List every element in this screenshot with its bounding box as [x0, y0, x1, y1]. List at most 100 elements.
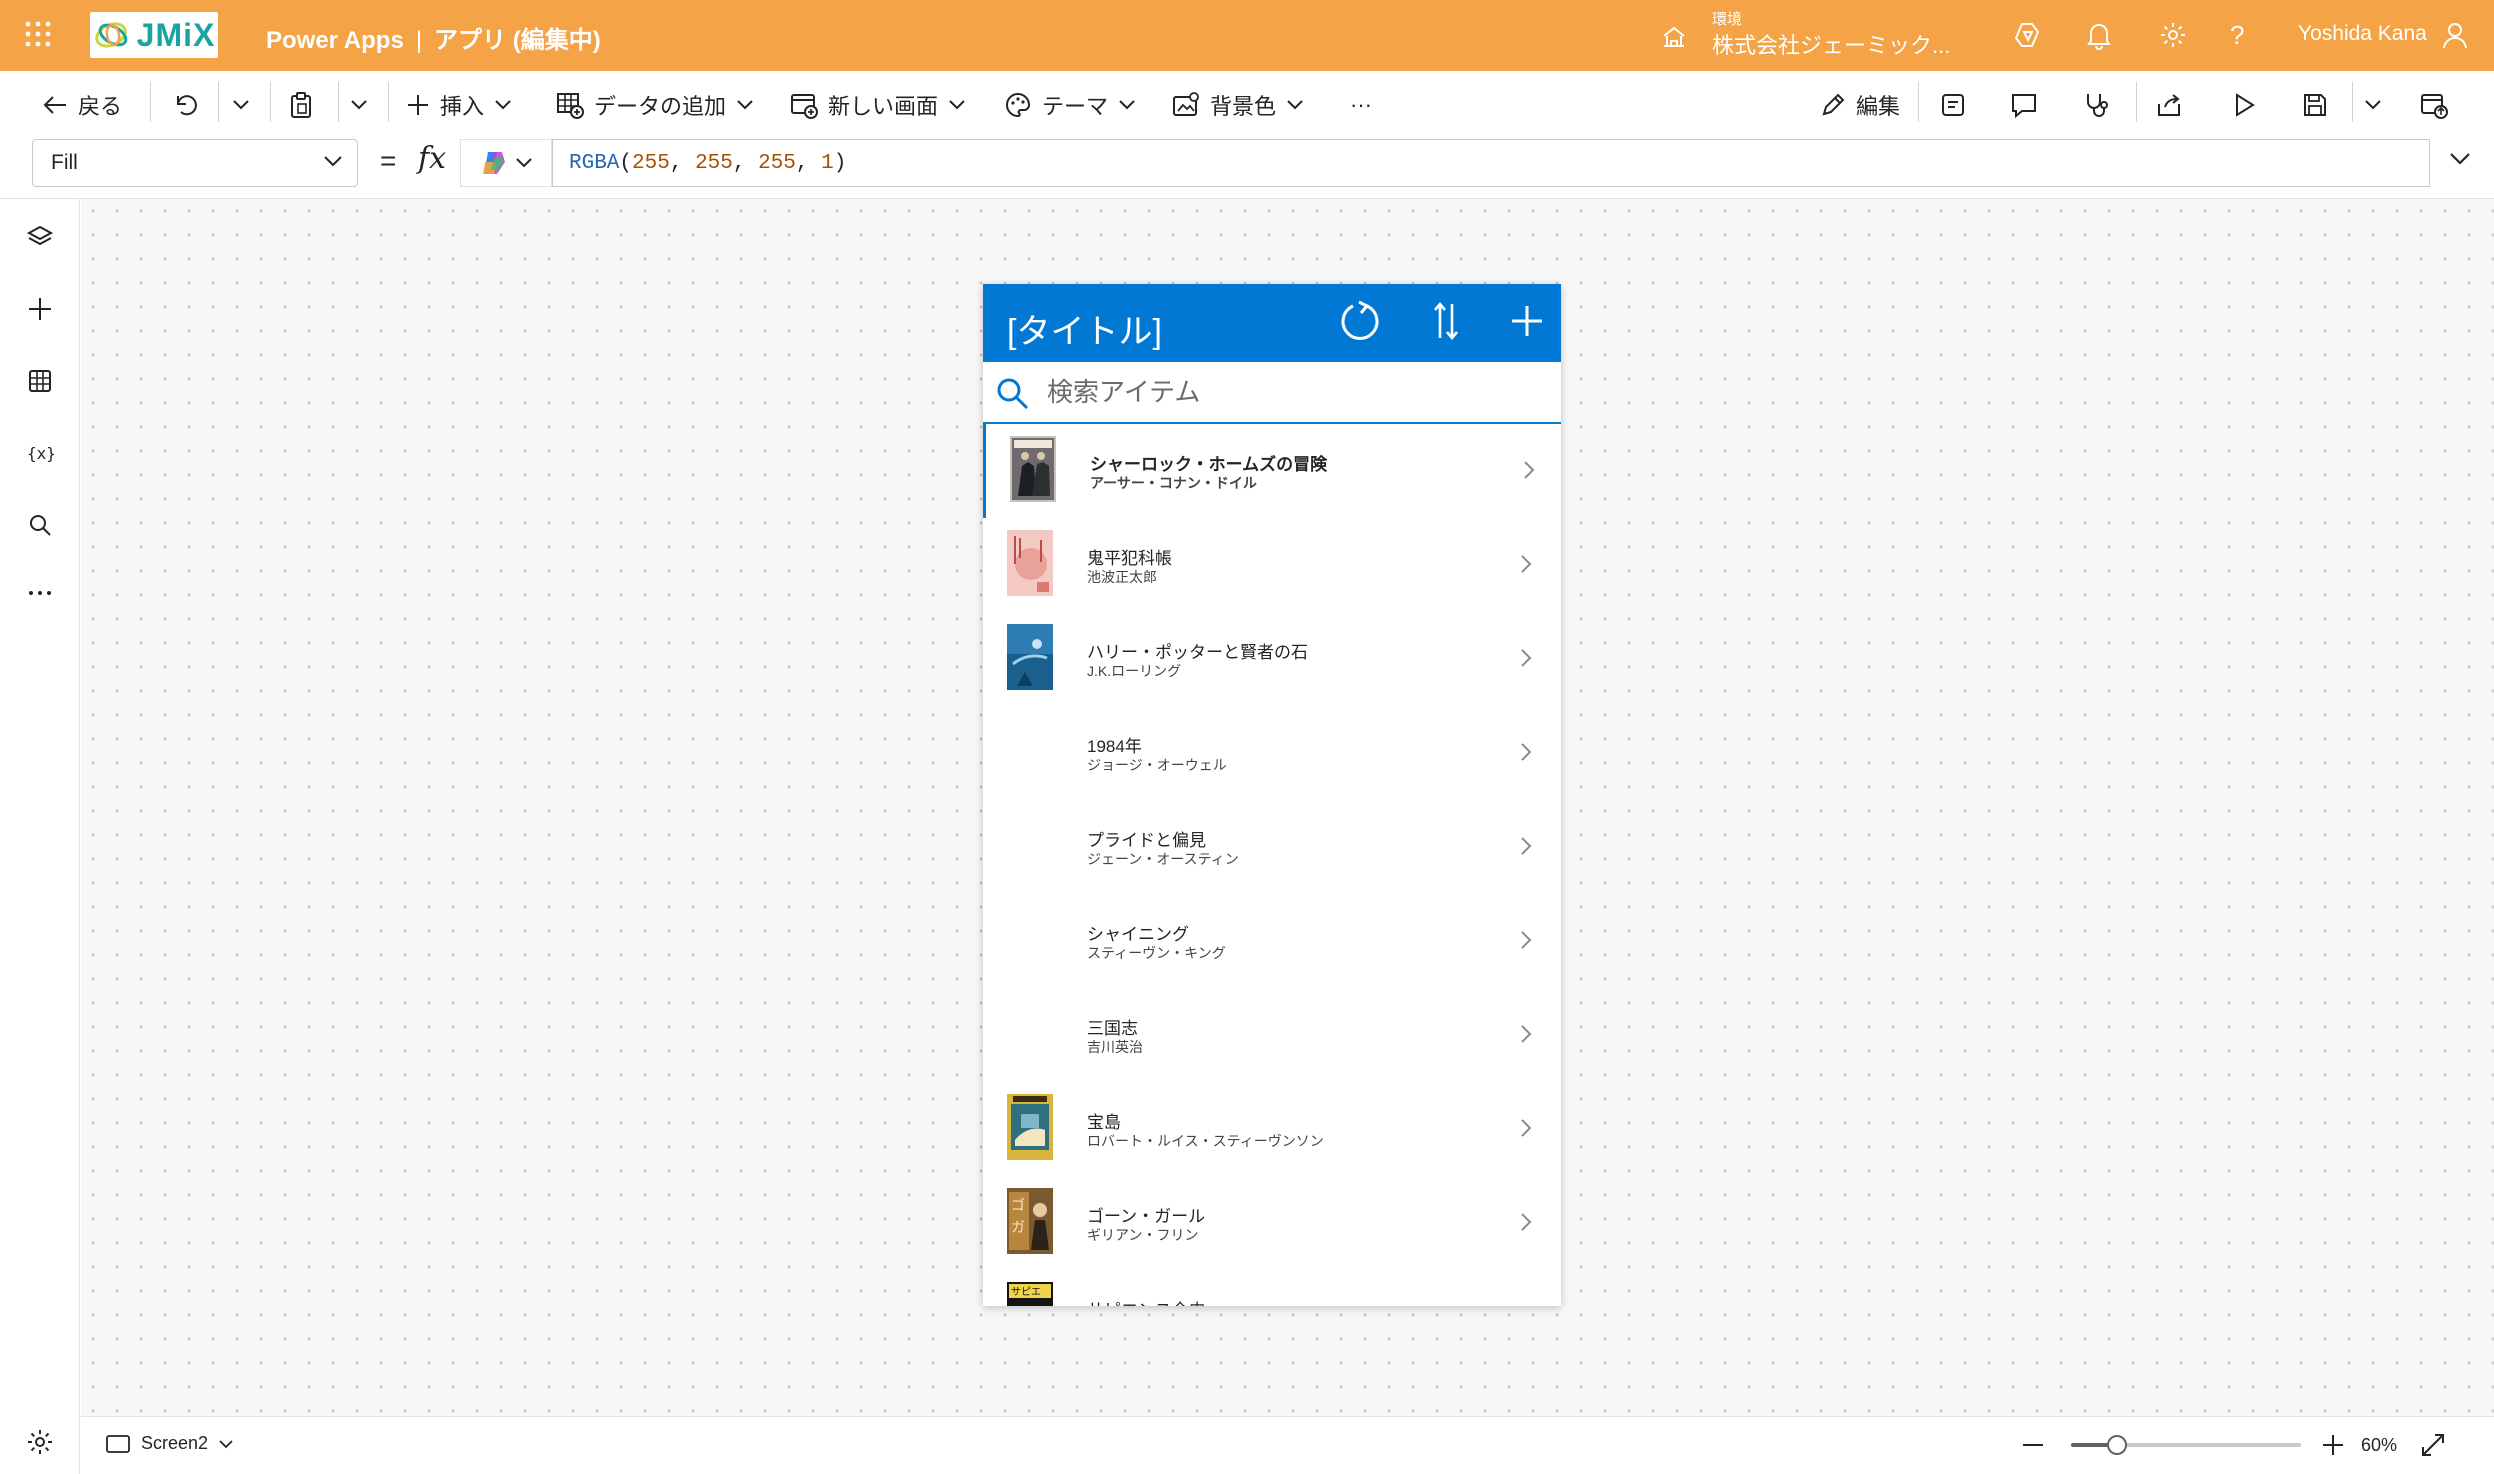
zoom-out-button[interactable] — [2019, 1431, 2047, 1459]
gallery-item[interactable]: ハリー・ポッターと賢者の石 J.K.ローリング — [983, 612, 1561, 706]
chevron-right-icon[interactable] — [1519, 554, 1533, 574]
share-button[interactable] — [2156, 87, 2184, 123]
help-icon[interactable]: ? — [2230, 20, 2244, 51]
variables-rail-button[interactable]: {x} — [26, 439, 54, 467]
add-item-button[interactable] — [1507, 298, 1547, 344]
insert-button[interactable]: 挿入 — [406, 87, 512, 123]
app-settings-button[interactable] — [26, 1428, 54, 1456]
chevron-right-icon[interactable] — [1519, 1118, 1533, 1138]
chevron-right-icon[interactable] — [1519, 836, 1533, 856]
publish-icon — [2421, 94, 2448, 119]
arrow-left-icon — [43, 96, 66, 114]
fit-to-window-button[interactable] — [2419, 1431, 2447, 1459]
copilot-header-icon[interactable] — [2012, 20, 2042, 50]
gallery-item[interactable]: サピエサピエンス全史 — [983, 1270, 1561, 1306]
back-label: 戻る — [78, 94, 123, 119]
user-name[interactable]: Yoshida Kana — [2298, 22, 2427, 46]
publish-button[interactable] — [2420, 87, 2448, 123]
company-logo: JMiX — [90, 12, 218, 58]
plus-icon — [408, 95, 428, 115]
search-rail-button[interactable] — [26, 511, 54, 539]
divider — [270, 82, 271, 122]
environment-label: 環境 — [1712, 11, 1743, 28]
book-title: ハリー・ポッターと賢者の石 — [1087, 643, 1308, 662]
gallery-item[interactable]: 宝島 ロバート・ルイス・スティーヴンソン — [983, 1082, 1561, 1176]
layers-icon — [26, 225, 54, 246]
zoom-in-button[interactable] — [2319, 1431, 2347, 1459]
app-launcher-icon[interactable] — [24, 20, 52, 48]
gallery-item[interactable]: ゴガ ゴーン・ガール ギリアン・フリン — [983, 1176, 1561, 1270]
save-button[interactable] — [2302, 87, 2328, 123]
book-gallery[interactable]: シャーロック・ホームズの冒険 アーサー・コナン・ドイル 鬼平犯科帳 池波正太郎 ハリー・… — [983, 424, 1561, 1306]
formula-comma: , — [669, 151, 696, 175]
comment-icon — [2012, 94, 2036, 118]
screen-name: Screen2 — [141, 1433, 209, 1453]
fx-icon: fx — [418, 141, 447, 176]
theme-button[interactable]: テーマ — [1004, 87, 1136, 123]
chevron-right-icon[interactable] — [1522, 460, 1536, 480]
environment-name[interactable]: 株式会社ジェーミック... — [1712, 28, 1950, 60]
svg-text:{x}: {x} — [27, 444, 54, 463]
search-input[interactable] — [1047, 372, 1527, 412]
gallery-item[interactable]: プライドと偏見 ジェーン・オースティン — [983, 800, 1561, 894]
chevron-right-icon[interactable] — [1519, 648, 1533, 668]
chevron-right-icon[interactable] — [1519, 1024, 1533, 1044]
environment-icon[interactable] — [1660, 22, 1688, 50]
save-menu-button[interactable] — [2364, 87, 2382, 123]
chevron-down-icon — [324, 156, 342, 167]
theme-label: テーマ — [1042, 94, 1109, 119]
property-dropdown[interactable]: Fill — [32, 139, 358, 187]
undo-menu-button[interactable] — [232, 87, 250, 123]
formula-input[interactable]: RGBA(255, 255, 255, 1) — [552, 139, 2430, 187]
chevron-down-icon — [516, 158, 532, 168]
gallery-item[interactable]: 三国志 吉川英治 — [983, 988, 1561, 1082]
paste-menu-button[interactable] — [350, 87, 368, 123]
sort-button[interactable] — [1431, 298, 1461, 344]
paste-button[interactable] — [288, 87, 314, 123]
new-screen-button[interactable]: 新しい画面 — [790, 87, 966, 123]
background-color-button[interactable]: 背景色 — [1172, 87, 1304, 123]
copilot-formula-button[interactable] — [460, 139, 552, 187]
user-avatar-icon[interactable] — [2440, 20, 2470, 50]
preview-play-button[interactable] — [2232, 87, 2256, 123]
gallery-item[interactable]: シャイニング スティーヴン・キング — [983, 894, 1561, 988]
undo-button[interactable] — [172, 87, 198, 123]
insert-rail-button[interactable] — [26, 295, 54, 323]
book-author: 池波正太郎 — [1087, 569, 1157, 585]
comments-button[interactable] — [2010, 87, 2038, 123]
chevron-right-icon[interactable] — [1519, 930, 1533, 950]
gallery-item[interactable]: 1984年 ジョージ・オーウェル — [983, 706, 1561, 800]
refresh-button[interactable] — [1337, 298, 1383, 344]
edit-button[interactable]: 編集 — [1820, 87, 1900, 123]
zoom-slider[interactable] — [2071, 1435, 2301, 1455]
notification-bell-icon[interactable] — [2084, 20, 2114, 50]
divider — [218, 82, 219, 122]
zoom-slider-thumb[interactable] — [2107, 1435, 2127, 1455]
gallery-item[interactable]: 鬼平犯科帳 池波正太郎 — [983, 518, 1561, 612]
pencil-icon — [1822, 93, 1845, 116]
formula-arg-b: 255 — [758, 151, 796, 175]
back-button[interactable]: 戻る — [42, 87, 122, 123]
gallery-item[interactable]: シャーロック・ホームズの冒険 アーサー・コナン・ドイル — [983, 424, 1561, 518]
chevron-right-icon[interactable] — [1519, 1212, 1533, 1232]
app-checker-button[interactable] — [2082, 87, 2110, 123]
book-title: プライドと偏見 — [1087, 831, 1206, 850]
more-commands-button[interactable]: ··· — [1350, 87, 1372, 123]
screen-selector[interactable]: Screen2 — [105, 1433, 234, 1454]
book-author: J.K.ローリング — [1087, 663, 1182, 679]
settings-gear-icon[interactable] — [2158, 20, 2188, 50]
book-cover-image — [1010, 436, 1056, 502]
more-rail-button[interactable] — [26, 579, 54, 607]
data-rail-button[interactable] — [26, 367, 54, 395]
formula-expand-button[interactable] — [2448, 151, 2472, 167]
app-screen-preview[interactable]: [タイトル] シャーロック・ホームズの冒険アーサー・コナン・ドイル鬼平犯科帳池波… — [983, 284, 1561, 1306]
tree-view-button[interactable] — [26, 223, 54, 251]
notes-button[interactable] — [1940, 87, 1966, 123]
notes-icon — [1942, 94, 1964, 116]
chevron-right-icon[interactable] — [1519, 742, 1533, 762]
book-title: シャーロック・ホームズの冒険 — [1090, 455, 1328, 474]
app-screen-title[interactable]: [タイトル] — [1007, 304, 1162, 353]
add-data-button[interactable]: データの追加 — [556, 87, 754, 123]
screen-icon — [106, 1434, 130, 1453]
insert-label: 挿入 — [440, 94, 485, 119]
